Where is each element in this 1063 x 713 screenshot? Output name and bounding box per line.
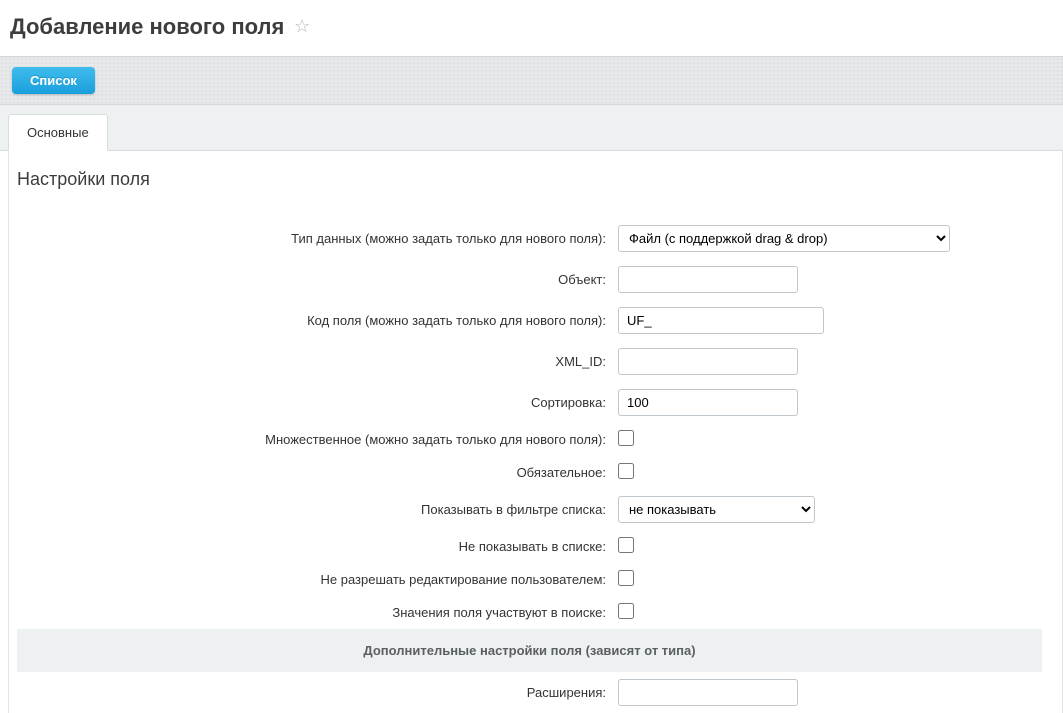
field-code-input[interactable]	[618, 307, 824, 334]
object-input[interactable]	[618, 266, 798, 293]
section-title: Настройки поля	[17, 169, 1042, 190]
tab-main[interactable]: Основные	[8, 114, 108, 151]
label-required: Обязательное:	[17, 456, 612, 489]
label-show-filter: Показывать в фильтре списка:	[17, 489, 612, 530]
label-xml-id: XML_ID:	[17, 341, 612, 382]
sort-input[interactable]	[618, 389, 798, 416]
label-no-user-edit: Не разрешать редактирование пользователе…	[17, 563, 612, 596]
tabs-row: Основные	[0, 105, 1063, 151]
multiple-checkbox[interactable]	[618, 430, 634, 446]
show-filter-select[interactable]: не показывать	[618, 496, 815, 523]
label-extensions: Расширения:	[17, 672, 612, 713]
label-multiple: Множественное (можно задать только для н…	[17, 423, 612, 456]
page-title: Добавление нового поля	[10, 14, 284, 40]
label-searchable: Значения поля участвуют в поиске:	[17, 596, 612, 629]
hide-in-list-checkbox[interactable]	[618, 537, 634, 553]
data-type-select[interactable]: Файл (с поддержкой drag & drop)	[618, 225, 950, 252]
additional-settings-header: Дополнительные настройки поля (зависят о…	[17, 629, 1042, 672]
label-object: Объект:	[17, 259, 612, 300]
required-checkbox[interactable]	[618, 463, 634, 479]
xml-id-input[interactable]	[618, 348, 798, 375]
label-data-type: Тип данных (можно задать только для ново…	[17, 218, 612, 259]
searchable-checkbox[interactable]	[618, 603, 634, 619]
label-hide-in-list: Не показывать в списке:	[17, 530, 612, 563]
label-sort: Сортировка:	[17, 382, 612, 423]
no-user-edit-checkbox[interactable]	[618, 570, 634, 586]
settings-form: Тип данных (можно задать только для ново…	[17, 218, 1042, 713]
form-panel: Настройки поля Тип данных (можно задать …	[8, 151, 1063, 713]
label-field-code: Код поля (можно задать только для нового…	[17, 300, 612, 341]
list-button[interactable]: Список	[12, 67, 95, 94]
favorite-star-icon[interactable]: ☆	[294, 16, 310, 37]
toolbar: Список	[0, 56, 1063, 105]
extensions-input[interactable]	[618, 679, 798, 706]
